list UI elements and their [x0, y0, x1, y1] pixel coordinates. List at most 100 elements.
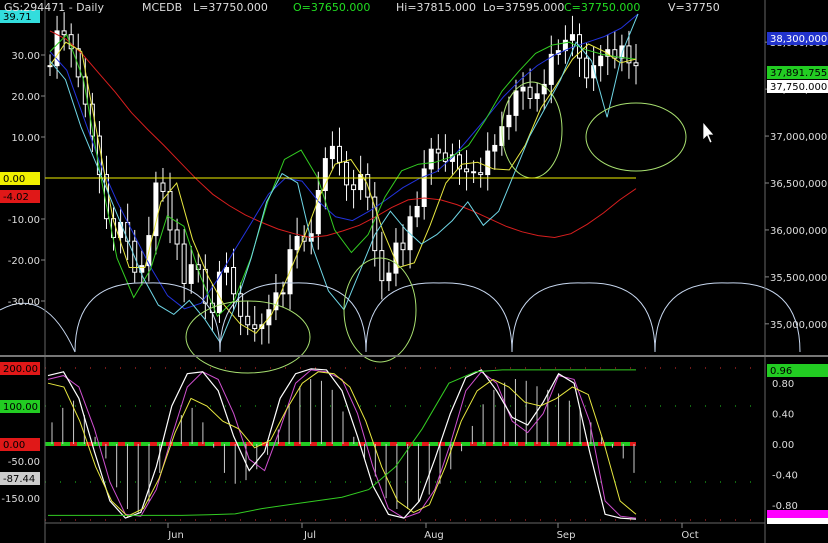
candle-body — [485, 150, 491, 176]
right-axis-tick: 36,000,000 — [770, 226, 827, 237]
volume-label: V=37750 — [668, 1, 720, 14]
candle-body — [245, 315, 251, 326]
symbol-label: GS:294471 - Daily — [4, 1, 104, 14]
left-axis-tick: -10.00 — [8, 215, 40, 226]
low-price-label: Lo=37595.000 — [483, 1, 565, 14]
candle — [329, 131, 335, 169]
candle-body — [598, 55, 604, 67]
candle — [633, 44, 639, 85]
candle-body — [435, 148, 441, 154]
candle — [400, 224, 406, 266]
candle-body — [47, 65, 53, 68]
candle-body — [442, 152, 448, 162]
candle-body — [294, 236, 300, 251]
candle-body — [61, 30, 67, 36]
lower-left-tick: -50.00 — [8, 457, 40, 468]
candle-body — [633, 62, 639, 67]
candle-body — [379, 250, 385, 282]
candle — [259, 313, 265, 345]
lower-left-badge-value: -87.44 — [3, 474, 35, 485]
right-axis-tick: 35,500,000 — [770, 273, 827, 284]
candle-body — [584, 57, 590, 79]
candle-body — [569, 34, 575, 41]
candle — [485, 132, 491, 191]
left-axis-tick: 10.00 — [11, 133, 40, 144]
candle — [125, 203, 131, 260]
candle — [407, 205, 413, 269]
highlight-ellipse — [585, 102, 687, 172]
candle-body — [548, 53, 554, 85]
right-axis-tick: 35,000,000 — [770, 320, 827, 331]
lower-right-badge-top: 0.96 — [770, 366, 792, 377]
candle — [435, 134, 441, 172]
candle — [167, 172, 173, 244]
candle-body — [322, 158, 328, 192]
candle-body — [520, 86, 526, 92]
candle-body — [252, 324, 258, 330]
lower-right-marker-white — [767, 518, 828, 524]
candle — [153, 171, 159, 255]
candle-body — [386, 272, 392, 282]
candle — [492, 134, 498, 170]
cycle-arcs — [0, 282, 801, 353]
candle-body — [513, 90, 519, 116]
month-label: Sep — [557, 530, 576, 541]
candle — [534, 82, 540, 112]
right-badge-green: 37,891.755 — [770, 68, 827, 79]
lower-right-marker-magenta — [767, 510, 828, 518]
right-badge-price: 37,750.000 — [770, 82, 827, 93]
high-price-label: Hi=37815.000 — [396, 1, 477, 14]
candle — [252, 305, 258, 342]
right-axis-tick: 36,500,000 — [770, 179, 827, 190]
candle-body — [534, 93, 540, 100]
close-price-label: C=37750.000 — [564, 1, 641, 14]
lower-right-tick: 0.00 — [772, 440, 794, 451]
candle — [478, 157, 484, 188]
left-badge-zero: 0.00 — [3, 174, 25, 185]
candle-body — [231, 267, 237, 295]
month-label: Jun — [167, 530, 184, 541]
candle-body — [202, 268, 208, 304]
candle — [351, 169, 357, 209]
month-label: Aug — [424, 530, 444, 541]
price-chart: 30.0020.0010.00-10.00-20.00-30.0039.710.… — [0, 0, 828, 543]
candle-body — [336, 145, 342, 163]
candle — [612, 30, 618, 69]
candle-body — [167, 190, 173, 231]
candle — [577, 23, 583, 77]
candle — [386, 261, 392, 291]
candle-body — [464, 168, 470, 173]
candle — [344, 151, 350, 201]
candle-body — [428, 148, 434, 170]
left-axis-tick: -20.00 — [8, 256, 40, 267]
candle-body — [118, 221, 124, 238]
lower-left-badge-zero: 0.00 — [3, 440, 25, 451]
candle-body — [351, 184, 357, 191]
oscillator-panel — [45, 367, 765, 521]
red-series-line — [49, 30, 637, 239]
indicator-label: MCEDB — [142, 1, 183, 14]
left-badge-red: -4.02 — [3, 192, 29, 203]
candle — [562, 25, 568, 64]
green-series-line — [49, 33, 637, 318]
open-price-label: O=37650.000 — [293, 1, 371, 14]
candle-body — [421, 168, 427, 207]
candle — [527, 68, 533, 109]
candle — [372, 182, 378, 267]
candle — [294, 217, 300, 269]
axes-layer: 30.0020.0010.00-10.00-20.00-30.0039.710.… — [0, 0, 828, 543]
right-axis-tick: 37,000,000 — [770, 132, 827, 143]
candle-body — [188, 264, 194, 284]
mouse-cursor-icon — [702, 121, 715, 144]
candle — [273, 274, 279, 321]
candle-body — [414, 205, 420, 218]
candle-body — [224, 267, 230, 273]
candle-body — [344, 161, 350, 186]
month-label: Oct — [681, 530, 698, 541]
right-badge-blue: 38,300,000 — [770, 34, 827, 45]
candle — [414, 191, 420, 228]
left-axis-tick: 20.00 — [11, 92, 40, 103]
candle — [379, 231, 385, 300]
candle-body — [181, 243, 187, 284]
candle-body — [506, 114, 512, 128]
